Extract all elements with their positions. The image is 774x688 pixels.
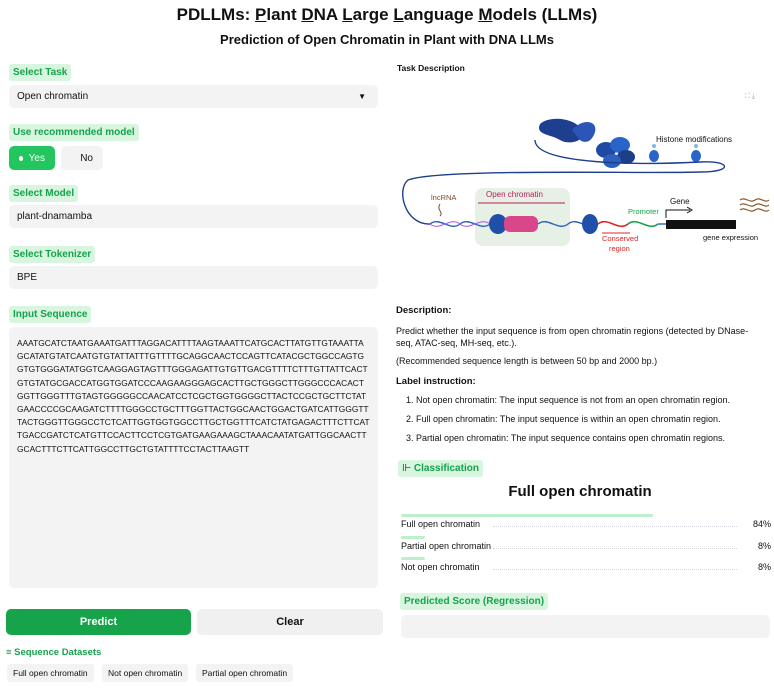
confidence-row: Not open chromatin 8% — [401, 557, 771, 577]
confidence-dots — [493, 548, 737, 549]
expression-wave-icon — [739, 198, 770, 212]
task-label: Select Task — [9, 64, 72, 81]
yes-label: Yes — [28, 152, 45, 164]
title-initial: D — [301, 5, 314, 24]
dataset-item[interactable]: Full open chromatin — [7, 664, 94, 682]
confidence-row: Full open chromatin 84% — [401, 514, 771, 534]
sequence-textarea[interactable]: AAATGCATCTAATGAAATGATTTAGGACATTTTAAGTAAA… — [9, 327, 378, 588]
task-select[interactable]: Open chromatin ▼ — [9, 85, 378, 108]
confidence-dots — [493, 526, 737, 527]
gene-expression-label: gene expression — [703, 233, 758, 242]
page-title: PDLLMs: Plant DNA Large Language Models … — [0, 5, 774, 25]
tokenizer-select-value: BPE — [17, 272, 38, 283]
chromosome-icon — [539, 118, 596, 143]
confidence-bar — [401, 557, 425, 560]
fullscreen-icon[interactable]: ⛶ — [745, 93, 750, 100]
chevron-down-icon: ▼ — [358, 92, 366, 101]
title-initial: M — [478, 5, 493, 24]
download-icon[interactable]: ⤓ — [752, 93, 755, 100]
model-select[interactable]: plant-dnamamba — [9, 205, 378, 228]
recommended-no-radio[interactable]: No — [61, 146, 103, 170]
recommended-yes-radio[interactable]: Yes — [9, 146, 55, 170]
description-text: Predict whether the input sequence is fr… — [396, 326, 749, 348]
confidence-label: Full open chromatin — [401, 519, 481, 529]
chart-icon: ⊩ — [402, 463, 414, 474]
regression-label: Predicted Score (Regression) — [400, 593, 549, 610]
histone-modifications-label: Histone modifications — [656, 135, 732, 144]
model-select-value: plant-dnamamba — [17, 211, 93, 222]
task-description-title: Task Description — [397, 63, 465, 73]
classification-result: Full open chromatin — [508, 483, 652, 500]
radio-dot-icon — [19, 155, 23, 161]
title-text: NA — [313, 5, 343, 24]
title-initial: P — [255, 5, 267, 24]
recommended-length-text: (Recommended sequence length is between … — [396, 356, 658, 366]
recommended-model-label: Use recommended model — [9, 124, 139, 141]
confidence-row: Partial open chromatin 8% — [401, 536, 771, 556]
title-initial: L — [393, 5, 404, 24]
confidence-label: Not open chromatin — [401, 562, 480, 572]
region-label: region — [609, 244, 630, 253]
radio-dot-icon — [71, 155, 75, 161]
histone-mark-icon — [649, 144, 701, 162]
classification-label-text: Classification — [413, 463, 479, 474]
confidence-label: Partial open chromatin — [401, 541, 492, 551]
figure-toolbar[interactable]: ⛶ ⤓ — [745, 93, 755, 101]
dataset-item[interactable]: Partial open chromatin — [196, 664, 294, 682]
tokenizer-select[interactable]: BPE — [9, 266, 378, 289]
title-text: odels (LLMs) — [492, 5, 598, 24]
title-text: arge — [352, 5, 394, 24]
predict-button[interactable]: Predict — [6, 609, 191, 635]
clear-button[interactable]: Clear — [197, 609, 383, 635]
conserved-label: Conserved — [602, 234, 638, 243]
tokenizer-label: Select Tokenizer — [9, 246, 96, 263]
instruction-item: 3. Partial open chromatin: The input seq… — [406, 433, 726, 443]
page-subtitle: Prediction of Open Chromatin in Plant wi… — [220, 32, 554, 47]
sequence-datasets-title[interactable]: ≡ Sequence Datasets — [6, 647, 101, 658]
instruction-item: 2. Full open chromatin: The input sequen… — [406, 414, 721, 424]
title-initial: L — [342, 5, 353, 24]
title-text: lant — [266, 5, 302, 24]
confidence-bar — [401, 536, 425, 539]
regression-output — [401, 615, 770, 638]
confidence-value: 8% — [757, 541, 771, 551]
confidence-value: 8% — [757, 562, 771, 572]
open-chromatin-figure: Histone modifications Open chromatin lnc… — [402, 118, 770, 253]
task-select-value: Open chromatin — [17, 91, 89, 102]
model-label: Select Model — [9, 185, 79, 202]
label-instruction-heading: Label instruction: — [396, 376, 476, 387]
no-label: No — [80, 152, 93, 164]
instruction-item: 1. Not open chromatin: The input sequenc… — [406, 395, 731, 405]
input-sequence-label: Input Sequence — [9, 306, 92, 323]
dataset-item[interactable]: Not open chromatin — [102, 664, 189, 682]
title-text: anguage — [403, 5, 479, 24]
open-chromatin-label: Open chromatin — [486, 190, 543, 199]
gene-label: Gene — [670, 197, 690, 206]
promoter-label: Promoter — [628, 207, 659, 216]
confidence-bar — [401, 514, 653, 517]
classification-label: ⊩ Classification — [398, 460, 483, 477]
confidence-dots — [493, 569, 737, 570]
description-heading: Description: — [396, 305, 452, 316]
confidence-value: 84% — [752, 519, 771, 529]
lncrna-label: lncRNA — [431, 193, 456, 202]
title-text: PDLLMs: — [176, 5, 256, 24]
